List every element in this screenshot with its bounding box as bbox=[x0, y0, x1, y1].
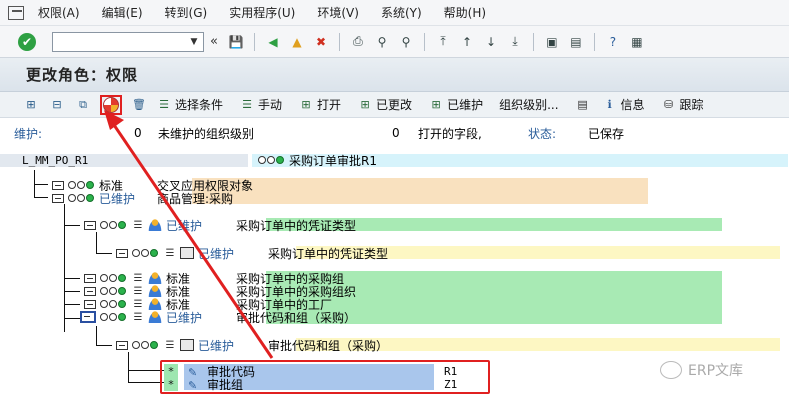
watermark: ERP文库 bbox=[660, 360, 743, 380]
annotation-arrow bbox=[104, 110, 274, 359]
wechat-icon bbox=[660, 361, 682, 379]
